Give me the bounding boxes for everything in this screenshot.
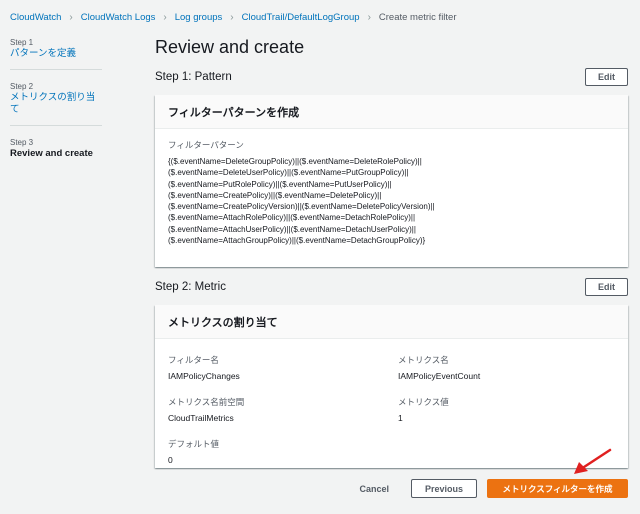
default-value-field: デフォルト値 0 xyxy=(168,439,219,466)
step-1-link[interactable]: パターンを定義 xyxy=(10,48,102,60)
metric-card: メトリクスの割り当て フィルター名 IAMPolicyChanges メトリクス… xyxy=(155,305,628,468)
step-1: Step 1 パターンを定義 xyxy=(10,37,102,70)
chevron-right-icon: › xyxy=(230,11,234,23)
pattern-line: ($.eventName=AttachRolePolicy)||($.event… xyxy=(168,213,416,223)
pattern-line: ($.eventName=PutRolePolicy)||($.eventNam… xyxy=(168,179,392,189)
section-title: Step 2: Metric xyxy=(155,281,226,293)
filter-pattern-label: フィルターパターン xyxy=(168,140,244,150)
chevron-right-icon: › xyxy=(367,11,371,23)
metric-name-field: メトリクス名 IAMPolicyEventCount xyxy=(398,355,480,382)
metric-value-field: メトリクス値 1 xyxy=(398,397,449,424)
wizard-actions: Cancel Previous メトリクスフィルターを作成 xyxy=(359,479,628,498)
breadcrumb-current: Create metric filter xyxy=(378,11,457,23)
step-3-current: Review and create xyxy=(10,148,93,159)
chevron-right-icon: › xyxy=(69,11,73,23)
metric-section-header: Step 2: Metric Edit xyxy=(155,277,628,297)
edit-metric-button[interactable]: Edit xyxy=(585,278,628,296)
pattern-line: {($.eventName=DeleteGroupPolicy)||($.eve… xyxy=(168,157,422,166)
namespace-field: メトリクス名前空間 CloudTrailMetrics xyxy=(168,397,244,424)
breadcrumb-cloudwatch[interactable]: CloudWatch xyxy=(10,12,61,23)
breadcrumb-log-groups[interactable]: Log groups xyxy=(175,12,223,23)
filter-name-field: フィルター名 IAMPolicyChanges xyxy=(168,355,240,382)
pattern-line: ($.eventName=CreatePolicy)||($.eventName… xyxy=(168,190,382,200)
metric-name-value: IAMPolicyEventCount xyxy=(398,371,481,381)
step-number: Step 2 xyxy=(10,82,34,91)
pattern-line: ($.eventName=AttachUserPolicy)||($.event… xyxy=(168,224,416,234)
default-value-label: デフォルト値 xyxy=(168,439,220,449)
previous-button[interactable]: Previous xyxy=(411,479,477,498)
pattern-section-header: Step 1: Pattern Edit xyxy=(155,67,628,87)
filter-name-value: IAMPolicyChanges xyxy=(168,371,240,381)
namespace-value: CloudTrailMetrics xyxy=(168,413,234,423)
default-value-value: 0 xyxy=(168,455,173,465)
pattern-line: ($.eventName=CreatePolicyVersion)||($.ev… xyxy=(168,202,435,212)
step-number: Step 1 xyxy=(10,38,34,47)
annotation-arrow-icon xyxy=(574,448,612,474)
cancel-button[interactable]: Cancel xyxy=(359,484,389,494)
card-body: フィルターパターン {($.eventName=DeleteGroupPolic… xyxy=(155,129,628,254)
section-title: Step 1: Pattern xyxy=(155,71,232,83)
wizard-steps: Step 1 パターンを定義 Step 2 メトリクスの割り当て Step 3 … xyxy=(10,37,102,180)
step-3: Step 3 Review and create xyxy=(10,137,102,169)
pattern-line: ($.eventName=DeleteUserPolicy)||($.event… xyxy=(168,168,409,178)
pattern-line: ($.eventName=AttachGroupPolicy)||($.even… xyxy=(168,236,426,246)
namespace-label: メトリクス名前空間 xyxy=(168,397,245,407)
pattern-card: フィルターパターンを作成 フィルターパターン {($.eventName=Del… xyxy=(155,95,628,267)
breadcrumb: CloudWatch › CloudWatch Logs › Log group… xyxy=(10,10,457,24)
page-title: Review and create xyxy=(155,37,305,57)
metric-name-label: メトリクス名 xyxy=(398,355,449,365)
metric-details-grid: フィルター名 IAMPolicyChanges メトリクス名 IAMPolicy… xyxy=(168,347,615,465)
metric-value-label: メトリクス値 xyxy=(398,397,449,407)
breadcrumb-log-group[interactable]: CloudTrail/DefaultLogGroup xyxy=(242,12,360,23)
step-2: Step 2 メトリクスの割り当て xyxy=(10,81,102,126)
edit-pattern-button[interactable]: Edit xyxy=(585,68,628,86)
filter-pattern-value: {($.eventName=DeleteGroupPolicy)||($.eve… xyxy=(168,156,615,246)
card-title: フィルターパターンを作成 xyxy=(155,95,628,129)
step-number: Step 3 xyxy=(10,138,34,147)
create-metric-filter-button[interactable]: メトリクスフィルターを作成 xyxy=(487,479,628,498)
card-title: メトリクスの割り当て xyxy=(155,305,628,339)
chevron-right-icon: › xyxy=(163,11,167,23)
breadcrumb-cloudwatch-logs[interactable]: CloudWatch Logs xyxy=(81,12,156,23)
card-body: フィルター名 IAMPolicyChanges メトリクス名 IAMPolicy… xyxy=(155,339,628,473)
filter-name-label: フィルター名 xyxy=(168,355,219,365)
metric-value-value: 1 xyxy=(398,413,403,423)
step-2-link[interactable]: メトリクスの割り当て xyxy=(10,92,102,116)
